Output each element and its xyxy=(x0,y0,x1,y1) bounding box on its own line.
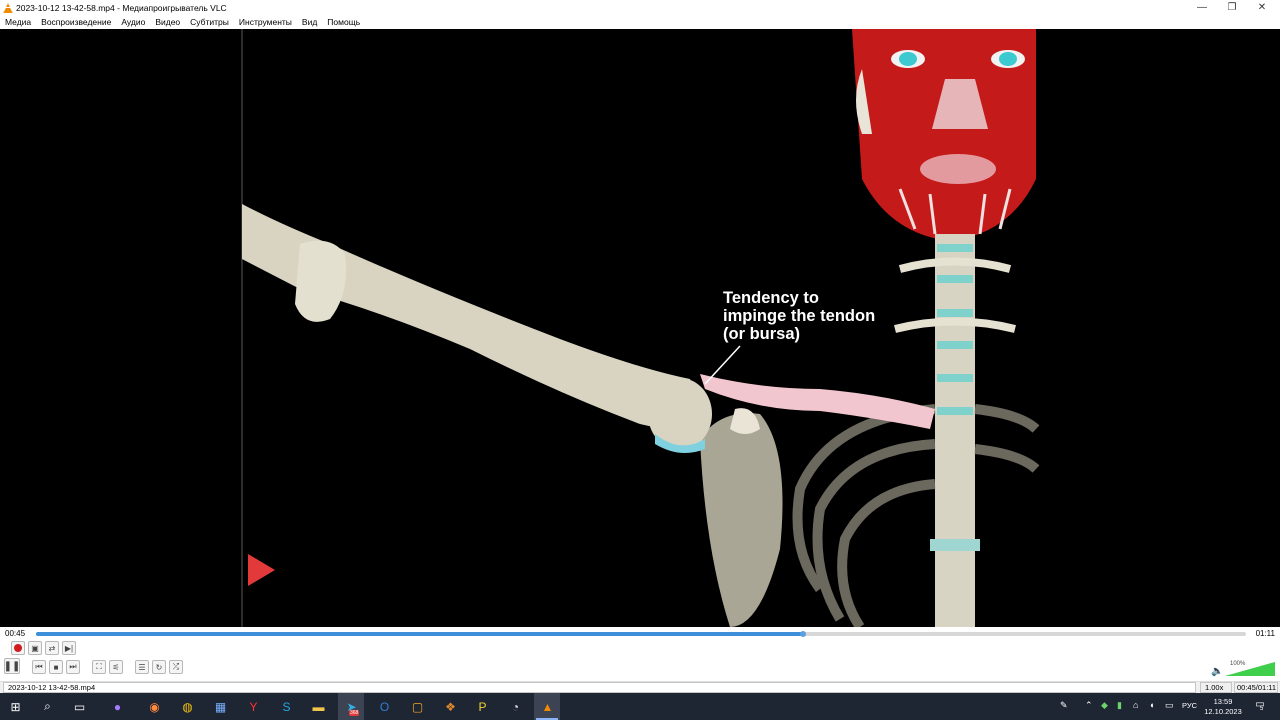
minimize-icon: — xyxy=(1197,2,1207,13)
game-app-icon[interactable]: ❖ xyxy=(441,697,460,716)
window-title: 2023-10-12 13-42-58.mp4 - Медиапроигрыва… xyxy=(16,2,227,13)
equalizer-icon: ⚟ xyxy=(112,662,120,672)
file-explorer-icon[interactable]: ▬ xyxy=(309,697,328,716)
pause-icon: ❚❚ xyxy=(3,660,21,672)
recorder-icon[interactable]: ◔ xyxy=(506,697,525,716)
shuffle-icon: ⤮ xyxy=(172,662,180,671)
tray-expand-icon[interactable]: ⌃ xyxy=(1085,700,1093,711)
anatomy-animation xyxy=(241,29,1040,627)
seek-handle[interactable] xyxy=(800,631,807,637)
close-icon: ✕ xyxy=(1257,2,1267,13)
outlook-icon[interactable]: O xyxy=(375,697,394,716)
fullscreen-button[interactable]: ⛶ xyxy=(92,660,106,674)
pen-icon[interactable]: ✎ xyxy=(1060,700,1068,711)
battery-icon[interactable]: ▮ xyxy=(1117,700,1122,711)
pause-button[interactable]: ❚❚ xyxy=(4,658,20,674)
menu-help[interactable]: Помощь xyxy=(327,17,360,27)
playlist-button[interactable]: ☰ xyxy=(135,660,149,674)
menu-subtitles[interactable]: Субтитры xyxy=(190,17,229,27)
search-icon[interactable]: ⌕ xyxy=(38,697,57,716)
restore-icon: ❐ xyxy=(1227,2,1237,13)
frame-step-icon: ▶| xyxy=(64,643,74,653)
record-button[interactable] xyxy=(11,641,25,655)
playback-speed[interactable]: 1.00x xyxy=(1200,682,1232,693)
face-muscles xyxy=(852,29,1036,241)
caption-pointer xyxy=(704,345,741,385)
ab-loop-icon: ⇄ xyxy=(48,643,56,653)
vlc-window: 2023-10-12 13-42-58.mp4 - Медиапроигрыва… xyxy=(0,0,1280,720)
seek-row: 00:45 01:11 xyxy=(0,627,1280,641)
seek-progress xyxy=(36,632,804,636)
menu-video[interactable]: Видео xyxy=(155,17,180,27)
notification-count: 5 xyxy=(1260,706,1264,712)
next-button[interactable]: ⏭ xyxy=(66,660,80,674)
video-frame[interactable]: Tendency to impinge the tendon (or bursa… xyxy=(0,29,1280,627)
restore-button[interactable]: ❐ xyxy=(1217,0,1247,15)
taskbar: ⊞ ⌕ ▭ ● ◉ ◍ ▦ Y S ▬ ➤ 368 O ▢ ❖ P ◔ ▲ ✎ … xyxy=(0,693,1280,720)
playlist-icon: ☰ xyxy=(138,662,146,672)
p-app-icon[interactable]: P xyxy=(473,697,492,716)
clock-time: 13:59 xyxy=(1213,697,1233,706)
menu-view[interactable]: Вид xyxy=(302,17,317,27)
seek-slider[interactable] xyxy=(36,631,1246,637)
record-icon xyxy=(14,644,22,652)
vlc-cone-icon xyxy=(3,2,13,13)
humerus xyxy=(242,204,712,453)
volume-level xyxy=(1225,662,1275,676)
red-marker-icon xyxy=(248,554,275,586)
next-icon: ⏭ xyxy=(69,662,77,671)
menu-audio[interactable]: Аудио xyxy=(121,17,145,27)
display-icon[interactable]: ▭ xyxy=(1165,700,1174,711)
task-view-icon[interactable]: ▭ xyxy=(70,697,89,716)
screen-app-icon[interactable]: ▦ xyxy=(211,697,230,716)
network-icon[interactable]: ⌂ xyxy=(1133,700,1138,710)
shuffle-button[interactable]: ⤮ xyxy=(169,660,183,674)
vlc-taskbar-icon[interactable]: ▲ xyxy=(538,697,557,716)
rib-cage xyxy=(792,404,1040,627)
snapshot-button[interactable]: ▣ xyxy=(28,641,42,655)
yandex-browser-icon[interactable]: Y xyxy=(244,697,263,716)
close-button[interactable]: ✕ xyxy=(1247,0,1277,15)
status-bar: 2023-10-12 13-42-58.mp4 1.00x 00:45/01:1… xyxy=(0,681,1280,693)
loop-button[interactable]: ↻ xyxy=(152,660,166,674)
menu-media[interactable]: Медиа xyxy=(5,17,31,27)
firefox-icon[interactable]: ◉ xyxy=(145,697,164,716)
menu-bar: Медиа Воспроизведение Аудио Видео Субтит… xyxy=(0,15,1280,29)
controls-bar: ▣ ⇄ ▶| ❚❚ ⏮ ■ ⏭ ⛶ ⚟ ☰ ↻ ⤮ 🔈 100% xyxy=(0,641,1280,681)
minimize-button[interactable]: — xyxy=(1187,0,1217,15)
elapsed-time: 00:45 xyxy=(5,629,26,638)
windows-start-icon[interactable]: ⊞ xyxy=(6,697,25,716)
skype-icon[interactable]: S xyxy=(277,697,296,716)
video-caption: Tendency to impinge the tendon (or bursa… xyxy=(723,289,876,343)
clock-date: 12.10.2023 xyxy=(1204,707,1242,716)
speaker-icon[interactable]: 🔈 xyxy=(1211,666,1223,677)
camera-icon: ▣ xyxy=(31,643,39,653)
scapula xyxy=(700,413,783,627)
previous-button[interactable]: ⏮ xyxy=(32,660,46,674)
chrome-icon[interactable]: ◍ xyxy=(178,697,197,716)
volume-tray-icon[interactable]: ◖ xyxy=(1149,700,1154,710)
tray-app-icon[interactable]: ◆ xyxy=(1101,700,1108,711)
extended-settings-button[interactable]: ⚟ xyxy=(109,660,123,674)
language-indicator[interactable]: РУС xyxy=(1182,701,1197,710)
frame-step-button[interactable]: ▶| xyxy=(62,641,76,655)
alice-assistant-icon[interactable]: ● xyxy=(108,697,127,716)
fullscreen-icon: ⛶ xyxy=(96,662,102,671)
total-time: 01:11 xyxy=(1255,629,1275,638)
stop-icon: ■ xyxy=(53,662,59,672)
status-filename: 2023-10-12 13-42-58.mp4 xyxy=(3,682,1196,693)
status-time[interactable]: 00:45/01:11 xyxy=(1234,682,1278,693)
notes-app-icon[interactable]: ▢ xyxy=(408,697,427,716)
spine xyxy=(894,234,1016,627)
previous-icon: ⏮ xyxy=(35,662,43,671)
menu-playback[interactable]: Воспроизведение xyxy=(41,17,111,27)
title-bar: 2023-10-12 13-42-58.mp4 - Медиапроигрыва… xyxy=(0,0,1280,15)
loop-icon: ↻ xyxy=(155,662,163,672)
volume-slider[interactable] xyxy=(1225,662,1275,676)
clock[interactable]: 13:59 12.10.2023 xyxy=(1201,697,1245,717)
telegram-badge: 368 xyxy=(349,710,360,716)
loop-ab-button[interactable]: ⇄ xyxy=(45,641,59,655)
stop-button[interactable]: ■ xyxy=(49,660,63,674)
menu-tools[interactable]: Инструменты xyxy=(239,17,292,27)
